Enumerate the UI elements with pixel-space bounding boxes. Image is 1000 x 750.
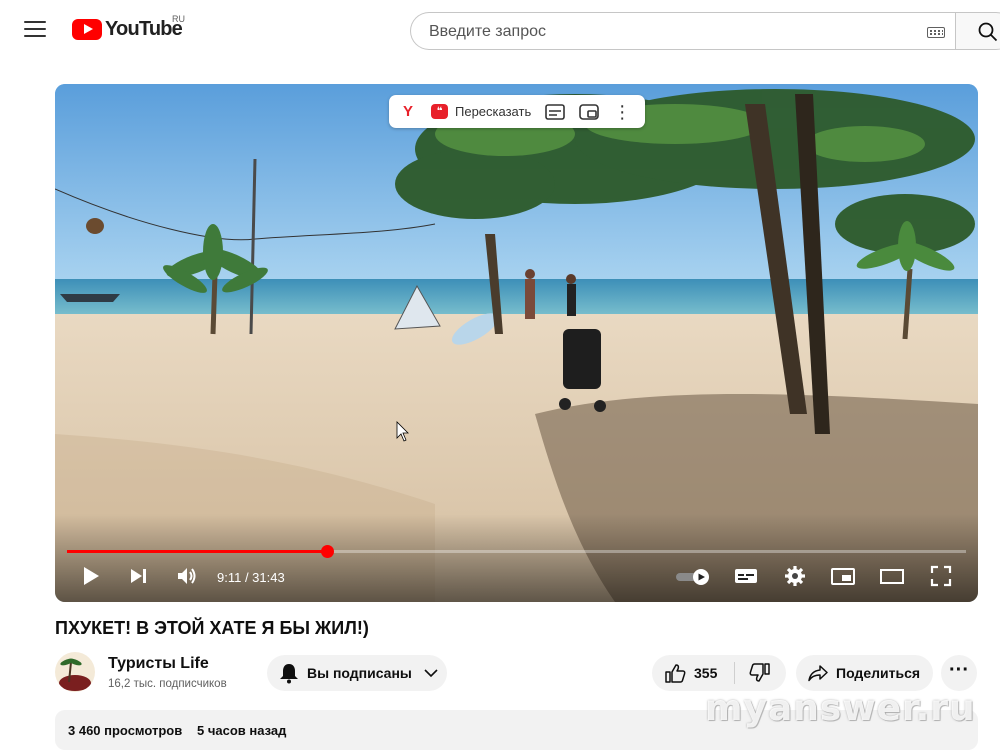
youtube-logo[interactable]: YouTube RU [72, 14, 185, 41]
share-button[interactable]: Поделиться [796, 655, 933, 691]
dislike-button[interactable] [736, 655, 786, 691]
miniplayer-icon[interactable] [830, 564, 856, 588]
subscribed-button[interactable]: Вы подписаны [267, 655, 447, 691]
search-button[interactable] [955, 12, 1000, 50]
retell-icon: ❝ [431, 104, 448, 119]
channel-name[interactable]: Туристы Life [108, 655, 209, 673]
volume-icon[interactable] [175, 564, 199, 588]
upload-age: 5 часов назад [197, 723, 287, 738]
logo-text: YouTube [105, 18, 183, 40]
youtube-play-logo-icon [72, 19, 102, 40]
subtitles-cc-icon[interactable] [733, 564, 759, 588]
search-input[interactable] [427, 13, 911, 51]
video-frame [55, 84, 978, 602]
video-player[interactable]: Y ❝ Пересказать ⋮ 9:11 / 31:43 [55, 84, 978, 602]
like-button[interactable]: 355 [652, 655, 734, 691]
more-actions-button[interactable]: ··· [941, 655, 977, 691]
chevron-down-icon [424, 669, 438, 678]
settings-gear-icon[interactable] [783, 564, 807, 588]
next-video-icon[interactable] [128, 564, 150, 588]
thumbs-down-icon [749, 663, 770, 682]
progress-bar[interactable] [67, 545, 966, 558]
time-display: 9:11 / 31:43 [217, 570, 285, 585]
channel-avatar-image [55, 652, 95, 692]
yandex-icon[interactable]: Y [397, 103, 419, 120]
like-count: 355 [694, 665, 718, 681]
play-icon[interactable] [81, 564, 101, 588]
channel-avatar[interactable] [55, 652, 95, 692]
overlay-more-icon[interactable]: ⋮ [613, 103, 631, 121]
menu-icon[interactable] [24, 21, 46, 39]
search-box [410, 12, 955, 51]
theater-mode-icon[interactable] [879, 564, 905, 588]
divider [734, 662, 735, 684]
autoplay-toggle-icon[interactable] [675, 569, 711, 585]
subscriber-count: 16,2 тыс. подписчиков [108, 678, 227, 690]
player-controls: 9:11 / 31:43 [55, 562, 978, 596]
yandex-overlay-toolbar: Y ❝ Пересказать ⋮ [389, 95, 645, 128]
share-label: Поделиться [836, 665, 921, 681]
progress-fill [67, 550, 328, 553]
search-icon [978, 22, 998, 42]
fullscreen-icon[interactable] [929, 564, 953, 588]
bell-icon [280, 664, 298, 684]
retell-button[interactable]: ❝ Пересказать [431, 104, 531, 119]
picture-in-picture-icon[interactable] [579, 103, 600, 120]
subscribed-label: Вы подписаны [307, 665, 412, 681]
thumbs-up-icon [665, 664, 686, 683]
region-code: RU [172, 14, 185, 24]
view-count: 3 460 просмотров [68, 723, 183, 738]
share-arrow-icon [808, 665, 828, 682]
keyboard-icon[interactable] [927, 27, 945, 38]
like-dislike-group: 355 [652, 655, 786, 691]
watermark: myanswer.ru [705, 688, 976, 729]
subtitles-icon[interactable] [545, 103, 566, 120]
video-title: ПХУКЕТ! В ЭТОЙ ХАТЕ Я БЫ ЖИЛ!) [55, 618, 369, 638]
retell-label: Пересказать [455, 104, 532, 119]
